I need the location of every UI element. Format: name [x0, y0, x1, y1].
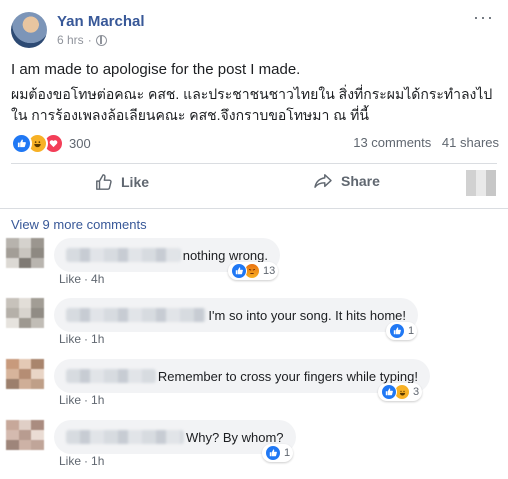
more-options-icon[interactable]: ··· [473, 8, 494, 26]
like-button[interactable]: Like [95, 173, 149, 191]
comment-bubble: Remember to cross your fingers while typ… [54, 359, 430, 393]
comment-time[interactable]: 1h [91, 393, 104, 407]
comment-reactions[interactable]: 1 [262, 444, 294, 462]
post-stats: 13 comments 41 shares [346, 135, 499, 150]
author-name[interactable]: Yan Marchal [57, 13, 145, 30]
comment-like-link[interactable]: Like [59, 272, 81, 286]
commenter-avatar[interactable] [6, 298, 44, 328]
share-button[interactable]: Share [313, 173, 380, 189]
comment-bubble: Why? By whom? [54, 420, 296, 454]
divider [0, 208, 508, 209]
shares-count-link[interactable]: 41 shares [442, 135, 499, 150]
like-button-label: Like [121, 174, 150, 190]
like-icon [265, 445, 281, 461]
reactions-summary[interactable]: 300 [11, 133, 91, 154]
commenter-name-redacted[interactable] [66, 248, 181, 262]
author-avatar[interactable] [11, 12, 47, 48]
comment-footer: Like · 4h [59, 272, 105, 286]
comment-time[interactable]: 1h [91, 454, 104, 468]
comment-time[interactable]: 1h [91, 332, 104, 346]
comment-reactions[interactable]: 3 [378, 383, 423, 401]
facebook-post: Yan Marchal 6 hrs · ··· I am made to apo… [0, 0, 508, 479]
post-text-thai: ผมต้องขอโทษต่อคณะ คสช. และประชาชนชาวไทยใ… [11, 86, 493, 123]
comment-text: Why? By whom? [186, 429, 284, 445]
divider [11, 163, 497, 164]
comment-bubble: I'm so into your song. It hits home! [54, 298, 418, 332]
blurred-profile-picker[interactable] [466, 170, 496, 196]
comment-like-link[interactable]: Like [59, 393, 81, 407]
commenter-name-redacted[interactable] [66, 308, 207, 322]
view-more-comments-link[interactable]: View 9 more comments [11, 217, 147, 232]
commenter-name-redacted[interactable] [66, 430, 184, 444]
comment-text: I'm so into your song. It hits home! [208, 307, 406, 323]
like-icon [381, 384, 397, 400]
thumbs-up-icon [96, 174, 112, 190]
comment-like-link[interactable]: Like [59, 454, 81, 468]
commenter-name-redacted[interactable] [66, 369, 156, 383]
post-meta: 6 hrs · [57, 33, 107, 47]
commenter-avatar[interactable] [6, 420, 44, 450]
share-button-label: Share [341, 173, 380, 189]
like-icon [231, 263, 247, 279]
share-arrow-icon [314, 174, 332, 188]
commenter-avatar[interactable] [6, 359, 44, 389]
comment-time[interactable]: 4h [91, 272, 104, 286]
comment-footer: Like · 1h [59, 393, 105, 407]
like-reaction-icon [11, 133, 32, 154]
comment-text: nothing wrong. [182, 247, 268, 263]
commenter-avatar[interactable] [6, 238, 44, 268]
post-text-english: I am made to apologise for the post I ma… [11, 61, 301, 78]
post-time[interactable]: 6 hrs [57, 33, 84, 47]
comment-like-link[interactable]: Like [59, 332, 81, 346]
reaction-count: 300 [69, 136, 91, 151]
comment-reaction-count: 1 [408, 325, 415, 337]
comment-reaction-count: 1 [284, 447, 291, 459]
comment-reaction-count: 13 [263, 265, 276, 277]
like-icon [389, 323, 405, 339]
globe-icon [95, 34, 107, 46]
comment-reaction-count: 3 [413, 386, 420, 398]
comment-text: Remember to cross your fingers while typ… [157, 368, 418, 384]
comment-footer: Like · 1h [59, 332, 105, 346]
comment-reactions[interactable]: 13 [228, 262, 279, 280]
comment-reactions[interactable]: 1 [386, 322, 418, 340]
comments-count-link[interactable]: 13 comments [353, 135, 431, 150]
meta-separator: · [87, 33, 92, 47]
comment-footer: Like · 1h [59, 454, 105, 468]
